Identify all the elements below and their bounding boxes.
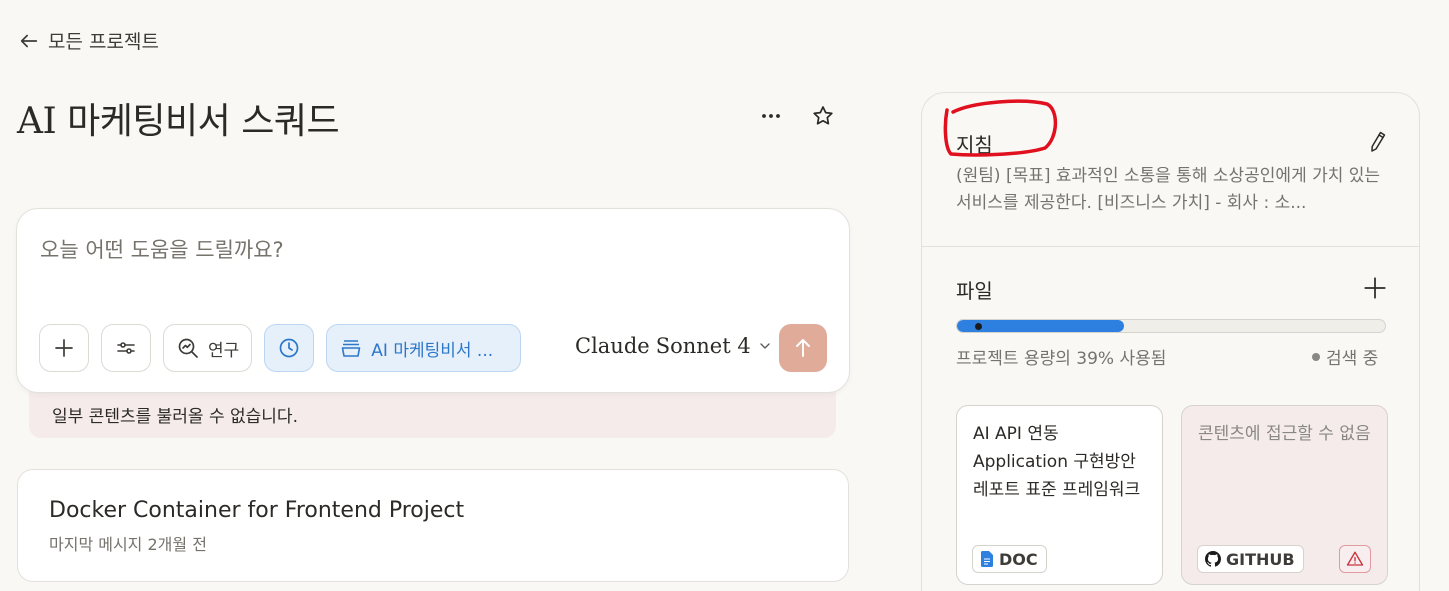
project-knowledge-panel: 지침 (원팀) [목표] 효과적인 소통을 통해 소상공인에게 가치 있는 서비… (921, 92, 1420, 591)
chat-list-item[interactable]: Docker Container for Frontend Project 마지… (17, 469, 849, 582)
clock-history-icon (279, 338, 299, 358)
capacity-bar-fill (957, 320, 1124, 332)
document-icon (981, 551, 993, 567)
edit-pencil-icon[interactable] (1365, 129, 1389, 153)
composer-input[interactable]: 오늘 어떤 도움을 드릴까요? (40, 234, 284, 264)
files-title: 파일 (956, 279, 993, 303)
model-selector[interactable]: Claude Sonnet 4 (575, 334, 773, 358)
research-search-icon (178, 338, 198, 358)
project-title: AI 마케팅비서 스쿼드 (17, 101, 340, 142)
file-title: 콘텐츠에 접근할 수 없음 (1198, 424, 1371, 444)
github-icon (1205, 551, 1221, 567)
instructions-title: 지침 (956, 133, 993, 157)
arrow-left-icon (20, 34, 38, 47)
chat-last-message-time: 마지막 메시지 2개월 전 (49, 535, 207, 554)
arrow-up-icon (796, 339, 810, 357)
file-card[interactable]: AI API 연동 Application 구현방안 레포트 표준 프레임워크 … (956, 405, 1163, 585)
instructions-text[interactable]: (원팀) [목표] 효과적인 소통을 통해 소상공인에게 가치 있는 서비스를 … (956, 163, 1386, 217)
tools-settings-button[interactable] (101, 324, 151, 372)
project-chip-label: AI 마케팅비서 ... (371, 340, 494, 361)
model-brand: Claude (575, 334, 650, 358)
ellipsis-icon (762, 114, 780, 118)
research-label: 연구 (208, 340, 240, 361)
file-type-badge: GITHUB (1197, 545, 1304, 573)
research-button[interactable]: 연구 (163, 324, 253, 372)
file-card-unavailable[interactable]: 콘텐츠에 접근할 수 없음 GITHUB (1181, 405, 1388, 585)
model-name: Sonnet 4 (655, 334, 751, 358)
plus-icon (55, 339, 73, 357)
send-button[interactable] (779, 324, 827, 372)
capacity-bar (956, 319, 1386, 333)
file-type-label: GITHUB (1226, 549, 1295, 569)
capacity-marker (975, 323, 982, 330)
warning-triangle-icon (1346, 551, 1364, 566)
back-to-all-projects-link[interactable]: 모든 프로젝트 (18, 27, 159, 54)
panel-divider (922, 246, 1419, 247)
history-toggle-button[interactable] (264, 324, 315, 372)
warning-badge (1339, 545, 1371, 573)
sliders-icon (117, 342, 135, 354)
file-title: AI API 연동 Application 구현방안 레포트 표준 프레임워크 (973, 424, 1141, 500)
title-actions (752, 100, 842, 132)
search-status: 검색 중 (1312, 344, 1378, 369)
chevron-down-icon (760, 343, 770, 349)
add-file-icon[interactable] (1362, 275, 1388, 301)
star-project-button[interactable] (804, 100, 842, 132)
composer-toolbar: 연구 AI 마케팅비서 ... (39, 324, 522, 372)
message-composer: 오늘 어떤 도움을 드릴까요? 연구 AI 마케팅비서 ... Claude S… (16, 208, 850, 393)
file-type-label: DOC (999, 549, 1038, 569)
project-context-chip[interactable]: AI 마케팅비서 ... (326, 324, 522, 372)
chat-title: Docker Container for Frontend Project (49, 498, 465, 523)
search-status-label: 검색 중 (1326, 349, 1379, 369)
back-link-label: 모든 프로젝트 (48, 31, 159, 53)
more-options-button[interactable] (752, 100, 790, 132)
project-box-icon (341, 340, 361, 357)
capacity-text: 프로젝트 용량의 39% 사용됨 (956, 349, 1167, 369)
status-dot-icon (1312, 352, 1320, 361)
add-attachment-button[interactable] (39, 324, 89, 372)
star-icon (813, 106, 833, 125)
file-type-badge: DOC (972, 545, 1047, 573)
load-error-message: 일부 콘텐츠를 불러올 수 없습니다. (52, 407, 298, 427)
